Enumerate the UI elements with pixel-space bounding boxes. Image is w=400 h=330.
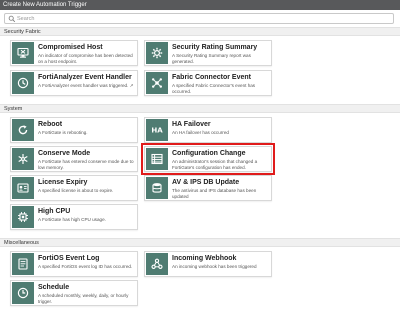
search-icon bbox=[8, 15, 16, 23]
card-description: An indicator of compromise has been dete… bbox=[38, 53, 133, 64]
card-title: HA Failover bbox=[172, 121, 211, 128]
card-description: An incoming webhook has been triggered bbox=[172, 264, 257, 269]
trigger-card-schedule[interactable]: Schedule A scheduled monthly, weekly, da… bbox=[10, 280, 138, 306]
trigger-card-fabric-connector-event[interactable]: Fabric Connector Event A specified Fabri… bbox=[144, 70, 272, 96]
card-description: A specified FortiOS event log ID has occ… bbox=[38, 264, 133, 269]
card-description: A FortiGate is rebooting. bbox=[38, 130, 88, 135]
card-description: An administrator's session that changed … bbox=[172, 159, 258, 170]
trigger-card-ha-failover[interactable]: HA HA Failover An HA failover has occurr… bbox=[144, 117, 272, 143]
fabric-connector-icon bbox=[152, 78, 162, 88]
card-title: High CPU bbox=[38, 208, 71, 215]
fortianalyzer-icon bbox=[17, 77, 29, 89]
ha-failover-icon: HA bbox=[151, 127, 163, 135]
card-title: FortiOS Event Log bbox=[38, 255, 100, 262]
section-miscellaneous: Miscellaneous bbox=[0, 238, 400, 247]
card-title: Reboot bbox=[38, 121, 63, 128]
security-rating-icon bbox=[151, 47, 163, 59]
card-description: The antivirus and IPS database has been … bbox=[172, 188, 257, 199]
trigger-card-license-expiry[interactable]: License Expiry A specified license is ab… bbox=[10, 175, 138, 201]
trigger-card-av-ips-db-update[interactable]: AV & IPS DB Update The antivirus and IPS… bbox=[144, 175, 272, 201]
card-description: An HA failover has occurred bbox=[172, 130, 229, 135]
license-expiry-icon bbox=[17, 183, 29, 193]
webhook-icon bbox=[151, 258, 163, 269]
trigger-card-incoming-webhook[interactable]: Incoming Webhook An incoming webhook has… bbox=[144, 251, 272, 277]
card-description: A FortiGate has high CPU usage. bbox=[38, 217, 106, 222]
reboot-icon bbox=[18, 125, 28, 135]
search-box[interactable] bbox=[4, 13, 394, 24]
card-description: A FortiGate has entered conserve mode du… bbox=[38, 159, 134, 170]
trigger-card-fortios-event-log[interactable]: FortiOS Event Log A specified FortiOS ev… bbox=[10, 251, 138, 277]
configuration-change-icon bbox=[151, 153, 163, 165]
card-title: Security Rating Summary bbox=[172, 44, 258, 51]
high-cpu-icon bbox=[18, 212, 28, 222]
card-title: Incoming Webhook bbox=[172, 255, 237, 262]
card-description: A Security Rating Summary report was gen… bbox=[172, 53, 251, 64]
compromised-host-icon bbox=[17, 47, 29, 58]
card-title: Compromised Host bbox=[38, 44, 103, 51]
card-description: A specified Fabric Connector's event has… bbox=[172, 83, 256, 94]
card-title: License Expiry bbox=[38, 179, 88, 186]
card-title: Schedule bbox=[38, 284, 70, 291]
card-title: Configuration Change bbox=[172, 150, 246, 157]
window-title: Create New Automation Trigger bbox=[0, 0, 400, 10]
trigger-card-fortianalyzer-event-handler[interactable]: FortiAnalyzer Event Handler A FortiAnaly… bbox=[10, 70, 138, 96]
card-title: Fabric Connector Event bbox=[172, 74, 251, 81]
card-title: FortiAnalyzer Event Handler bbox=[38, 74, 132, 81]
card-description: A FortiAnalyzer event handler was trigge… bbox=[38, 83, 134, 88]
section-security-fabric: Security Fabric bbox=[0, 27, 400, 36]
section-system: System bbox=[0, 104, 400, 113]
card-title: Conserve Mode bbox=[38, 150, 91, 157]
trigger-card-conserve-mode[interactable]: Conserve Mode A FortiGate has entered co… bbox=[10, 146, 138, 172]
search-input[interactable] bbox=[17, 14, 387, 23]
card-description: A scheduled monthly, weekly, daily, or h… bbox=[38, 293, 129, 304]
trigger-card-compromised-host[interactable]: Compromised Host An indicator of comprom… bbox=[10, 40, 138, 66]
trigger-card-reboot[interactable]: Reboot A FortiGate is rebooting. bbox=[10, 117, 138, 143]
trigger-card-configuration-change[interactable]: Configuration Change An administrator's … bbox=[141, 143, 275, 175]
schedule-icon bbox=[17, 287, 29, 299]
conserve-mode-icon bbox=[18, 154, 28, 164]
card-description: A specified license is about to expire. bbox=[38, 188, 114, 193]
av-ips-update-icon bbox=[152, 183, 162, 193]
card-title: AV & IPS DB Update bbox=[172, 179, 240, 186]
trigger-card-security-rating-summary[interactable]: Security Rating Summary A Security Ratin… bbox=[144, 40, 272, 66]
trigger-card-high-cpu[interactable]: High CPU A FortiGate has high CPU usage. bbox=[10, 204, 138, 230]
event-log-icon bbox=[18, 258, 28, 270]
svg-text:HA: HA bbox=[151, 127, 163, 135]
